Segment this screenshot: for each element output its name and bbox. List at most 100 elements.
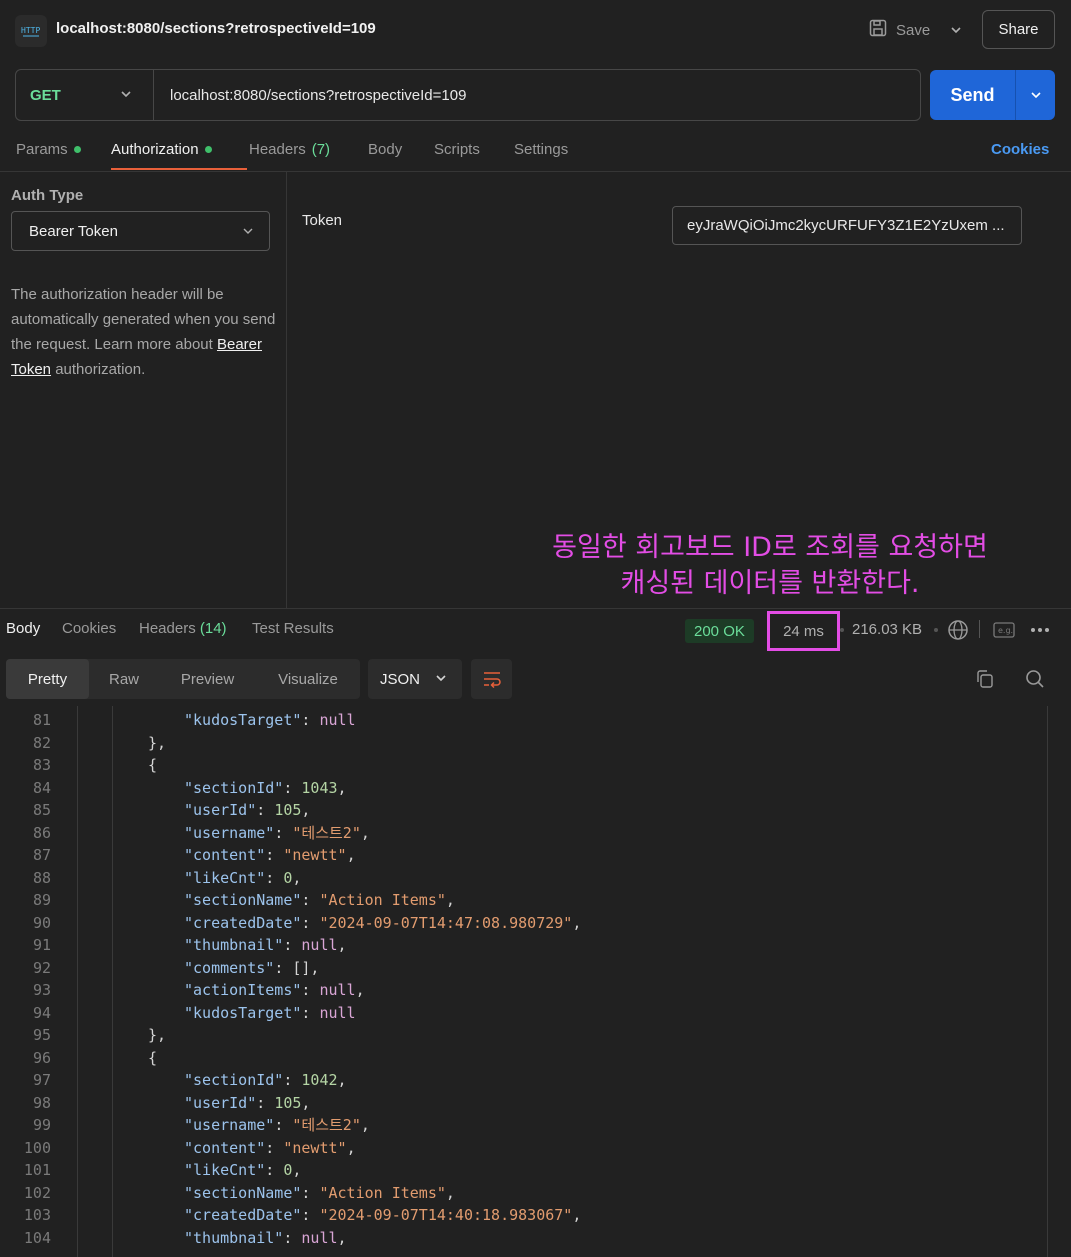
code-text: "likeCnt": 0, [184, 1161, 302, 1179]
save-label: Save [896, 21, 931, 39]
code-line: 88 "likeCnt": 0, [0, 867, 1071, 890]
tab-scripts[interactable]: Scripts [434, 141, 480, 158]
globe-icon[interactable] [947, 619, 969, 641]
line-number: 93 [32, 981, 51, 999]
share-button[interactable]: Share [982, 10, 1055, 49]
line-number: 82 [32, 733, 51, 752]
code-line: 103 "createdDate": "2024-09-07T14:40:18.9… [0, 1204, 1071, 1227]
line-number: 87 [32, 846, 51, 864]
annotation-line-2: 캐싱된 데이터를 반환한다. [620, 568, 920, 599]
code-line: 102 "sectionName": "Action Items", [0, 1182, 1071, 1205]
tab-count: (14) [199, 620, 227, 637]
code-text: "likeCnt": 0, [184, 868, 302, 887]
status-badge[interactable]: 200 OK [685, 619, 754, 643]
url-bar: GET localhost:8080/sections?retrospectiv… [15, 69, 921, 121]
tab-headers[interactable]: Headers (7) [249, 141, 330, 158]
line-number: 98 [32, 1093, 51, 1112]
chevron-down-icon [243, 228, 253, 234]
chevron-down-icon [1030, 92, 1041, 99]
method-select[interactable]: GET [16, 70, 154, 120]
more-icon[interactable] [1029, 619, 1051, 641]
code-line: 86 "username": "테스트2", [0, 822, 1071, 845]
code-line: 93 "actionItems": null, [0, 979, 1071, 1002]
format-select[interactable]: JSON [368, 659, 462, 699]
view-pretty[interactable]: Pretty [6, 659, 89, 699]
line-number: 83 [32, 756, 51, 774]
tab-body[interactable]: Body [368, 141, 402, 158]
code-text: }, [148, 733, 167, 752]
annotation-line-1: 동일한 회고보드 ID로 조회를 요청하면 [552, 532, 988, 563]
code-line: 98 "userId": 105, [0, 1092, 1071, 1115]
line-number: 101 [23, 1161, 51, 1179]
line-number: 96 [32, 1048, 51, 1067]
code-text: "sectionName": "Action Items", [184, 891, 455, 909]
tab-label: Headers [249, 141, 306, 158]
line-number: 102 [23, 1183, 51, 1202]
send-button[interactable]: Send [930, 70, 1015, 120]
auth-type-label: Auth Type [11, 187, 84, 204]
chevron-down-icon [951, 27, 961, 34]
example-icon[interactable]: e.g. [993, 619, 1015, 641]
tab-params[interactable]: Params [16, 141, 81, 158]
save-button[interactable]: Save [868, 18, 930, 42]
auth-desc-suffix: authorization. [51, 361, 146, 378]
response-tab-body[interactable]: Body [6, 620, 40, 637]
code-line: 94 "kudosTarget": null [0, 1002, 1071, 1025]
response-size[interactable]: 216.03 KB [852, 621, 922, 638]
tab-count: (7) [311, 141, 331, 158]
copy-icon[interactable] [974, 668, 996, 690]
code-line: 84 "sectionId": 1043, [0, 777, 1071, 800]
code-text: { [148, 1048, 158, 1067]
response-time[interactable]: 24 ms [767, 611, 840, 651]
response-body-code[interactable]: 81 "kudosTarget": null 82}, 83{84 "sectionId… [0, 706, 1071, 1257]
search-icon[interactable] [1024, 668, 1046, 690]
tab-authorization[interactable]: Authorization [111, 141, 212, 158]
auth-type-select[interactable]: Bearer Token [11, 211, 270, 251]
line-number: 86 [32, 823, 51, 842]
code-text: "content": "newtt", [184, 846, 356, 864]
line-number: 89 [32, 891, 51, 909]
response-tab-headers[interactable]: Headers (14) [139, 620, 227, 637]
format-label: JSON [380, 670, 421, 688]
code-line: 95}, [0, 1024, 1071, 1047]
token-input[interactable]: eyJraWQiOiJmc2kycURFUFY3Z1E2YzUxem ... [672, 206, 1022, 245]
wrap-button[interactable] [471, 659, 512, 699]
line-number: 85 [32, 801, 51, 819]
code-line: 85 "userId": 105, [0, 799, 1071, 822]
code-line: 87 "content": "newtt", [0, 844, 1071, 867]
code-text: "thumbnail": null, [184, 1228, 347, 1247]
code-text: "kudosTarget": null [184, 711, 356, 729]
svg-text:e.g.: e.g. [998, 626, 1013, 635]
view-visualize[interactable]: Visualize [256, 659, 360, 699]
code-line: 89 "sectionName": "Action Items", [0, 889, 1071, 912]
request-title: localhost:8080/sections?retrospectiveId=… [56, 20, 376, 37]
cookies-link[interactable]: Cookies [991, 141, 1049, 158]
method-label: GET [30, 86, 61, 104]
response-tab-test-results[interactable]: Test Results [252, 620, 334, 637]
save-options-button[interactable] [946, 20, 966, 40]
code-line: 92 "comments": [], [0, 957, 1071, 980]
code-text: "sectionId": 1042, [184, 1071, 347, 1089]
code-line: 99 "username": "테스트2", [0, 1114, 1071, 1137]
send-options-button[interactable] [1015, 70, 1055, 120]
tab-label: Authorization [111, 141, 199, 158]
save-icon [868, 18, 888, 42]
auth-type-value: Bearer Token [29, 222, 118, 240]
separator-dot [840, 628, 844, 632]
chevron-down-icon [436, 675, 446, 682]
code-text: "sectionId": 1043, [184, 778, 347, 797]
line-number: 92 [32, 958, 51, 977]
code-text: "thumbnail": null, [184, 936, 347, 954]
line-number: 91 [32, 936, 51, 954]
response-tab-cookies[interactable]: Cookies [62, 620, 116, 637]
tab-settings[interactable]: Settings [514, 141, 568, 158]
view-raw[interactable]: Raw [89, 659, 159, 699]
code-line: 83 { [0, 754, 1071, 777]
view-mode-toggle: Pretty Raw Preview Visualize [6, 659, 360, 699]
code-line: 91 "thumbnail": null, [0, 934, 1071, 957]
line-number: 90 [32, 913, 51, 932]
http-icon: HTTP [15, 15, 47, 47]
url-input[interactable]: localhost:8080/sections?retrospectiveId=… [154, 87, 466, 104]
view-preview[interactable]: Preview [159, 659, 256, 699]
response-bar: Body Cookies Headers (14) Test Results 2… [0, 608, 1071, 651]
